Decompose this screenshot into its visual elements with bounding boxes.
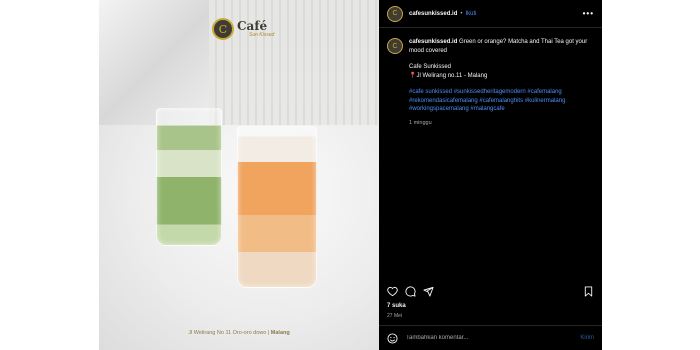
caption-body: cafesunkissed.id Green or orange? Matcha… [409, 38, 594, 127]
more-options-icon[interactable]: ••• [583, 9, 594, 18]
instagram-post-modal: C Café Sun Kissed Jl Welirang No 11 Oro-… [99, 0, 602, 350]
logo-subtext: Sun Kissed [249, 31, 275, 38]
caption-venue: Cafe Sunkissed [409, 64, 452, 70]
address-city: Malang [270, 330, 290, 336]
emoji-icon[interactable] [387, 332, 398, 344]
post-sidebar: C cafesunkissed.id • Ikuti ••• C cafesun… [379, 0, 602, 350]
heart-icon[interactable] [387, 286, 398, 297]
caption-location: 📍Jl Welirang no.11 - Malang [409, 72, 488, 79]
comment-icon[interactable] [405, 286, 416, 297]
header-username[interactable]: cafesunkissed.id [409, 11, 457, 17]
post-caption: C cafesunkissed.id Green or orange? Matc… [379, 28, 602, 127]
action-bar [387, 285, 594, 297]
caption-username[interactable]: cafesunkissed.id [409, 39, 457, 45]
bookmark-icon[interactable] [583, 285, 594, 297]
hashtags-line-2[interactable]: #rekomendasicafemalang #cafemalanghits #… [409, 97, 594, 106]
separator-dot: • [460, 10, 463, 17]
post-comment-button[interactable]: Kirim [580, 335, 594, 341]
hashtags-line-3[interactable]: #workingspacemalang #malangcafe [409, 105, 594, 114]
thai-tea-glass [237, 126, 317, 288]
photo-address-caption: Jl Welirang No 11 Oro-oro dowo | Malang [99, 330, 379, 336]
post-time: 1 minggu [409, 119, 432, 126]
comment-input[interactable] [406, 335, 581, 341]
likes-count[interactable]: 7 suka [387, 303, 406, 309]
comment-bar: Kirim [379, 325, 602, 350]
follow-button[interactable]: Ikuti [465, 11, 476, 17]
logo-mark: C [212, 18, 234, 40]
hashtags-line-1[interactable]: #cafe sunkissed #sunkissedheritagemodern… [409, 88, 594, 97]
avatar[interactable]: C [387, 5, 403, 22]
send-icon[interactable] [423, 286, 434, 297]
matcha-glass [156, 108, 222, 246]
logo-text: Café [237, 18, 268, 33]
post-header: C cafesunkissed.id • Ikuti ••• [379, 0, 602, 28]
address-text: Jl Welirang No 11 Oro-oro dowo | [188, 330, 270, 336]
cafe-logo: C Café Sun Kissed [212, 18, 274, 40]
post-date: 27 Mei [387, 313, 403, 319]
post-photo[interactable]: C Café Sun Kissed Jl Welirang No 11 Oro-… [99, 0, 379, 350]
caption-avatar[interactable]: C [387, 38, 403, 54]
